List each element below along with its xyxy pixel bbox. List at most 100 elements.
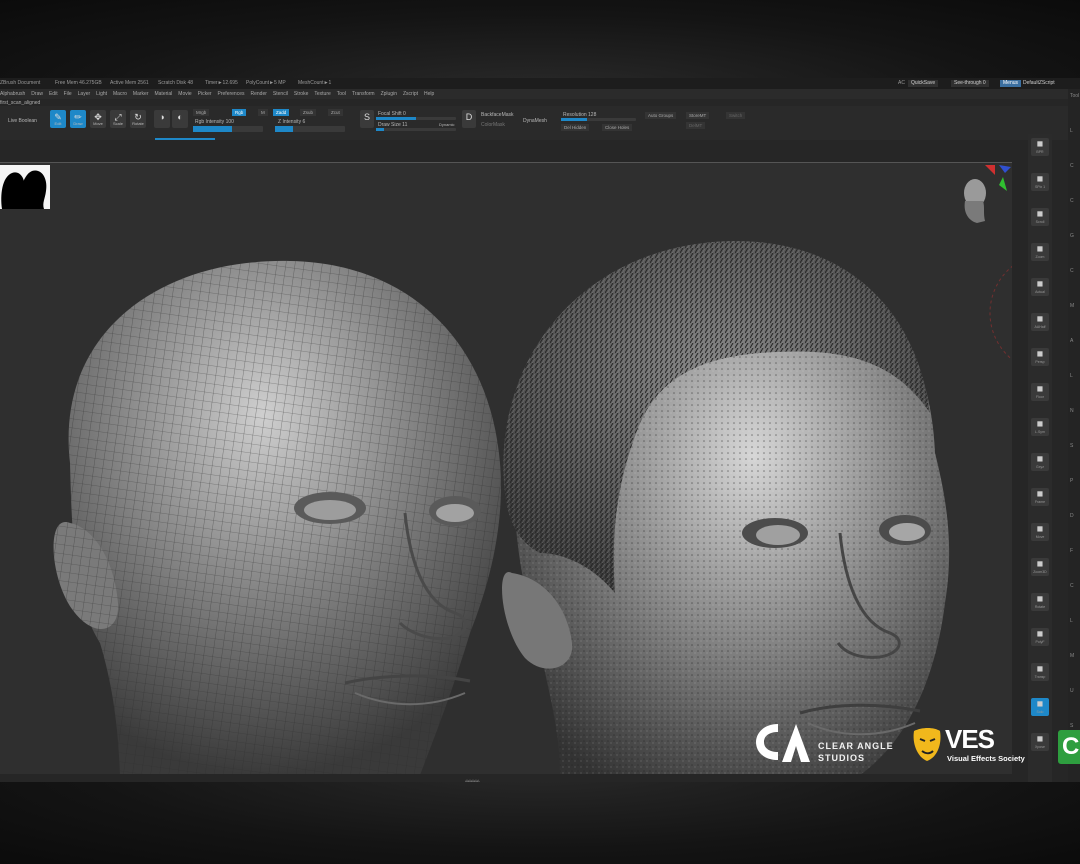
switch-button[interactable]: Switch <box>726 112 746 119</box>
palette-letter[interactable]: C <box>1070 583 1074 589</box>
shelf-frame-button[interactable]: ◼ Frame <box>1031 488 1049 506</box>
scan-head <box>502 240 950 774</box>
zsub-button[interactable]: Zsub <box>300 109 317 116</box>
z-intensity-slider[interactable] <box>275 126 345 132</box>
live-boolean-button[interactable]: Live Boolean <box>8 118 37 124</box>
mrgb-button[interactable]: Mrgb <box>193 109 210 116</box>
d-button[interactable]: D <box>462 110 476 128</box>
shelf-l-sym-button[interactable]: ◼ L.Sym <box>1031 418 1049 436</box>
palette-letter[interactable]: S <box>1070 723 1073 729</box>
stroke-s-button[interactable]: S <box>360 110 374 128</box>
close-holes-button[interactable]: Close Holes <box>602 124 633 131</box>
menu-preferences[interactable]: Preferences <box>218 89 245 99</box>
shelf-persp-button[interactable]: ◼ Persp <box>1031 348 1049 366</box>
palette-letter[interactable]: C <box>1070 268 1074 274</box>
menu-zplugin[interactable]: Zplugin <box>381 89 397 99</box>
color-mask-button[interactable]: ColorMask <box>481 122 505 128</box>
menu-zscript[interactable]: Zscript <box>403 89 418 99</box>
palette-letter[interactable]: Tool <box>1070 93 1079 99</box>
auto-groups-button[interactable]: Auto Groups <box>645 112 677 119</box>
shelf-floor-button[interactable]: ◼ Floor <box>1031 383 1049 401</box>
draw-button[interactable]: ✏ Draw <box>70 110 86 128</box>
rotate-button[interactable]: ↻ Rotate <box>130 110 146 128</box>
menu-marker[interactable]: Marker <box>133 89 149 99</box>
menu-transform[interactable]: Transform <box>352 89 375 99</box>
palette-letter[interactable]: L <box>1070 128 1073 134</box>
palette-letter[interactable]: N <box>1070 408 1074 414</box>
menu-macro[interactable]: Macro <box>113 89 127 99</box>
menu-draw[interactable]: Draw <box>31 89 43 99</box>
palette-letter[interactable]: M <box>1070 653 1074 659</box>
shelf-scroll-button[interactable]: ◼ Scroll <box>1031 208 1049 226</box>
menu-file[interactable]: File <box>64 89 72 99</box>
canvas-scroll-handle[interactable]: ▵▵▵▵▵▵▵▵▵ <box>465 778 480 782</box>
default-zscript[interactable]: DefaultZScript <box>1020 80 1058 87</box>
palette-letter[interactable]: G <box>1070 233 1074 239</box>
shelf-actual-button[interactable]: ◼ Actual <box>1031 278 1049 296</box>
edit-button[interactable]: ✎ Edit <box>50 110 66 128</box>
shelf-zoom-button[interactable]: ◼ Zoom <box>1031 243 1049 261</box>
menu-layer[interactable]: Layer <box>78 89 91 99</box>
palette-letter[interactable]: S <box>1070 443 1073 449</box>
palette-letter[interactable]: L <box>1070 373 1073 379</box>
shelf-spix-1-button[interactable]: ◼ SPix 1 <box>1031 173 1049 191</box>
dynamesh-button[interactable]: DynaMesh <box>523 118 547 124</box>
menu-render[interactable]: Render <box>251 89 267 99</box>
alpha-thumbnail[interactable] <box>0 165 50 209</box>
menu-stencil[interactable]: Stencil <box>273 89 288 99</box>
menu-light[interactable]: Light <box>96 89 107 99</box>
menu-stroke[interactable]: Stroke <box>294 89 308 99</box>
palette-letter[interactable]: L <box>1070 618 1073 624</box>
zadd-button[interactable]: Zadd <box>273 109 290 116</box>
menu-alphabrush[interactable]: Alphabrush <box>0 89 25 99</box>
navigation-cube[interactable] <box>955 163 1012 233</box>
palette-letter[interactable]: F <box>1070 548 1073 554</box>
m-button[interactable]: M <box>258 109 268 116</box>
palette-letter[interactable]: C <box>1070 163 1074 169</box>
menu-material[interactable]: Material <box>154 89 172 99</box>
menu-tool[interactable]: Tool <box>337 89 346 99</box>
shelf-gxyz-button[interactable]: ◼ Gxyz <box>1031 453 1049 471</box>
menu-help[interactable]: Help <box>424 89 434 99</box>
menus-button[interactable]: Menus <box>1000 80 1022 87</box>
move-button[interactable]: ✥ Move <box>90 110 106 128</box>
menu-texture[interactable]: Texture <box>314 89 330 99</box>
draw-size-slider[interactable] <box>376 128 456 131</box>
palette-letter[interactable]: A <box>1070 338 1073 344</box>
zcut-button[interactable]: Zcut <box>328 109 343 116</box>
quicksave-button[interactable]: QuickSave <box>908 80 939 87</box>
viewport-canvas[interactable] <box>0 162 1012 774</box>
shelf-transp-button[interactable]: ◼ Transp <box>1031 663 1049 681</box>
shelf-solo-button[interactable]: ◼ Solo <box>1031 698 1049 716</box>
scale-button[interactable]: ⤢ Scale <box>110 110 126 128</box>
shelf-polyf-button[interactable]: ◼ PolyF <box>1031 628 1049 646</box>
draw-icon: ✏ <box>74 112 82 122</box>
color-picker-button[interactable]: ◐ <box>172 110 188 128</box>
resolution-slider[interactable] <box>561 118 636 121</box>
menu-edit[interactable]: Edit <box>49 89 58 99</box>
rgb-button[interactable]: Rgb <box>232 109 247 116</box>
palette-letter[interactable]: P <box>1070 478 1073 484</box>
backface-mask-button[interactable]: BackfaceMask <box>481 112 514 118</box>
palette-letter[interactable]: M <box>1070 303 1074 309</box>
shelf-move-button[interactable]: ◼ Move <box>1031 523 1049 541</box>
shelf-bpr-button[interactable]: ◼ BPR <box>1031 138 1049 156</box>
see-through-slider[interactable]: See-through 0 <box>951 80 989 87</box>
shelf-rotate-button[interactable]: ◼ Rotate <box>1031 593 1049 611</box>
store-mt-button[interactable]: StoreMT <box>686 112 710 119</box>
dynamic-toggle[interactable]: Dynamic <box>439 122 455 127</box>
shelf-zoom3d-button[interactable]: ◼ Zoom3D <box>1031 558 1049 576</box>
shelf-aahalf-button[interactable]: ◼ AAHalf <box>1031 313 1049 331</box>
palette-letter[interactable]: U <box>1070 688 1074 694</box>
menu-picker[interactable]: Picker <box>198 89 212 99</box>
focal-shift-slider[interactable] <box>376 117 456 120</box>
del-hidden-button[interactable]: Del Hidden <box>561 124 590 131</box>
palette-letter[interactable]: C <box>1070 198 1074 204</box>
menu-movie[interactable]: Movie <box>178 89 191 99</box>
clear-angle-logo <box>752 718 812 770</box>
shelf-xpose-button[interactable]: ◼ Xpose <box>1031 733 1049 751</box>
material-sphere-button[interactable]: ◑ <box>154 110 170 128</box>
palette-letter[interactable]: D <box>1070 513 1074 519</box>
del-mt-button[interactable]: DelMT <box>686 122 706 129</box>
rgb-intensity-slider[interactable] <box>193 126 263 132</box>
